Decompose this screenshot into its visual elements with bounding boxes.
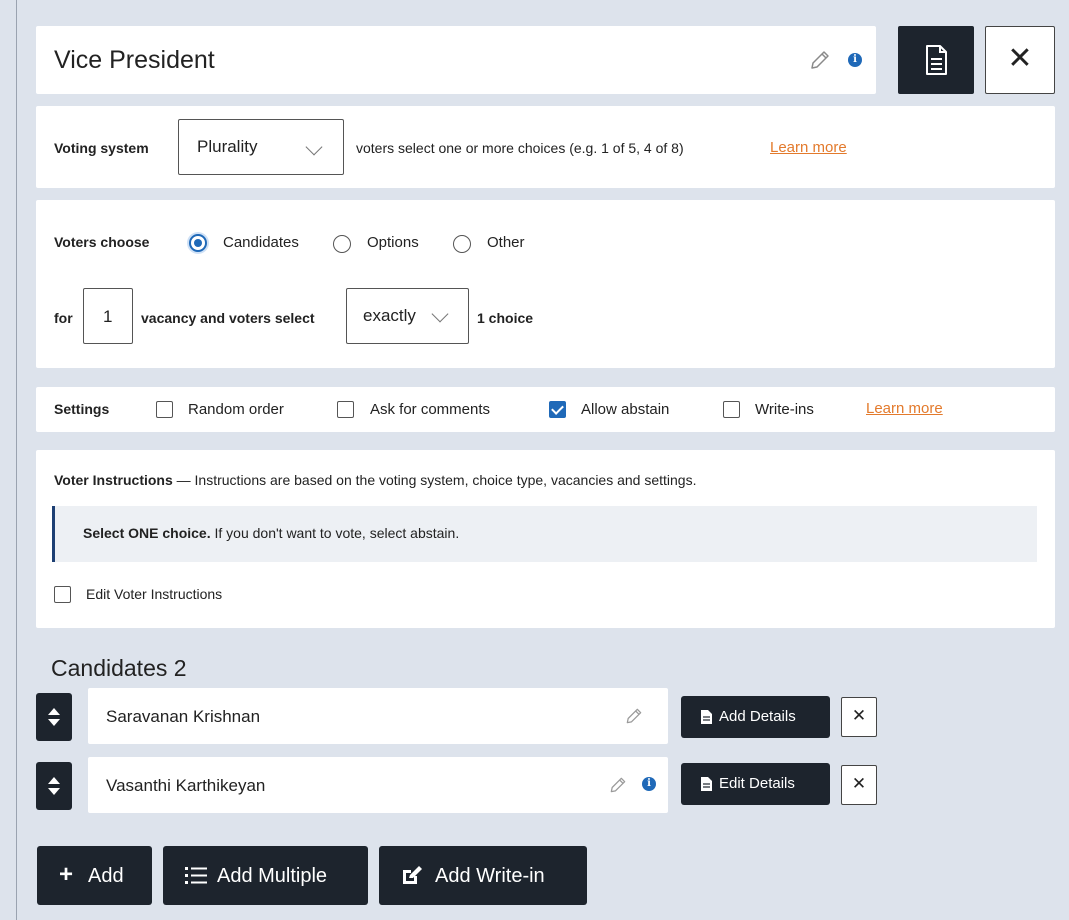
- question-details-button[interactable]: [898, 26, 974, 94]
- remove-candidate-button[interactable]: ✕: [841, 765, 877, 805]
- edit-details-button[interactable]: Edit Details: [681, 763, 830, 805]
- chevron-down-icon: [305, 138, 323, 156]
- candidate-name[interactable]: Saravanan Krishnan: [106, 707, 260, 727]
- candidates-heading: Candidates 2: [51, 655, 187, 681]
- choice-text: 1 choice: [477, 310, 534, 326]
- voting-system-value: Plurality: [197, 137, 258, 156]
- instructions-bold-text: Select ONE choice.: [83, 525, 211, 541]
- list-icon: [185, 867, 207, 884]
- info-icon[interactable]: i: [642, 777, 656, 791]
- add-details-label: Add Details: [719, 708, 796, 725]
- question-title[interactable]: Vice President: [54, 46, 215, 75]
- settings-learn-more-link[interactable]: Learn more: [866, 400, 943, 417]
- close-icon: ✕: [851, 774, 867, 793]
- add-write-in-label: Add Write-in: [435, 865, 545, 887]
- edit-icon: [403, 866, 422, 884]
- radio-options[interactable]: [333, 235, 351, 253]
- vacancies-input[interactable]: 1: [83, 288, 133, 344]
- checkbox-edit-voter-instructions[interactable]: [54, 586, 71, 603]
- close-question-button[interactable]: ✕: [985, 26, 1055, 94]
- vacancy-text: vacancy and voters select: [141, 310, 315, 326]
- allow-abstain-label[interactable]: Allow abstain: [581, 401, 669, 418]
- edit-voter-instructions-label[interactable]: Edit Voter Instructions: [86, 586, 222, 602]
- edit-pencil-icon[interactable]: [808, 48, 832, 77]
- settings-label: Settings: [54, 401, 110, 417]
- question-title-field[interactable]: Vice President i: [36, 26, 876, 94]
- voter-instructions-description: — Instructions are based on the voting s…: [172, 472, 697, 488]
- sort-icon: [48, 777, 60, 795]
- checkbox-write-ins[interactable]: [723, 401, 740, 418]
- voter-instructions-header: Voter Instructions — Instructions are ba…: [54, 472, 697, 488]
- for-label: for: [54, 310, 73, 326]
- candidate-name[interactable]: Vasanthi Karthikeyan: [106, 776, 265, 796]
- add-write-in-button[interactable]: Add Write-in: [379, 846, 587, 905]
- checkbox-allow-abstain[interactable]: [549, 401, 566, 418]
- edit-pencil-icon[interactable]: [608, 775, 628, 800]
- checkbox-ask-for-comments[interactable]: [337, 401, 354, 418]
- candidate-name-field[interactable]: Saravanan Krishnan: [88, 688, 668, 744]
- voting-system-section: Voting system Plurality voters select on…: [36, 106, 1055, 188]
- edit-details-label: Edit Details: [719, 775, 795, 792]
- reorder-handle[interactable]: [36, 762, 72, 810]
- reorder-handle[interactable]: [36, 693, 72, 741]
- add-details-button[interactable]: Add Details: [681, 696, 830, 738]
- instructions-text: If you don't want to vote, select abstai…: [210, 525, 460, 541]
- select-mode-value: exactly: [363, 306, 416, 325]
- add-label: Add: [88, 865, 124, 887]
- voter-instructions-title: Voter Instructions: [54, 472, 173, 488]
- voting-system-label: Voting system: [54, 140, 149, 156]
- vacancies-value: 1: [103, 307, 113, 326]
- radio-candidates[interactable]: [189, 234, 207, 252]
- edit-pencil-icon[interactable]: [624, 706, 644, 731]
- write-ins-label[interactable]: Write-ins: [755, 401, 814, 418]
- select-mode-dropdown[interactable]: exactly: [346, 288, 469, 344]
- info-icon[interactable]: i: [848, 53, 862, 67]
- add-candidate-button[interactable]: + Add: [37, 846, 152, 905]
- radio-other-label[interactable]: Other: [487, 234, 525, 251]
- settings-section: Settings Random order Ask for comments A…: [36, 387, 1055, 432]
- voters-choose-label: Voters choose: [54, 234, 150, 250]
- radio-options-label[interactable]: Options: [367, 234, 419, 251]
- add-multiple-label: Add Multiple: [217, 865, 328, 887]
- plus-icon: +: [59, 861, 74, 888]
- remove-candidate-button[interactable]: ✕: [841, 697, 877, 737]
- close-icon: ✕: [1007, 42, 1033, 75]
- voter-instructions-section: Voter Instructions — Instructions are ba…: [36, 450, 1055, 628]
- voter-instructions-preview: Select ONE choice. If you don't want to …: [52, 506, 1037, 562]
- close-icon: ✕: [851, 706, 867, 725]
- voting-system-learn-more-link[interactable]: Learn more: [770, 139, 847, 156]
- add-multiple-button[interactable]: Add Multiple: [163, 846, 368, 905]
- document-icon: [701, 710, 712, 724]
- chevron-down-icon: [431, 305, 449, 323]
- checkbox-random-order[interactable]: [156, 401, 173, 418]
- sort-icon: [48, 708, 60, 726]
- radio-other[interactable]: [453, 235, 471, 253]
- random-order-label[interactable]: Random order: [188, 401, 284, 418]
- document-icon: [926, 45, 947, 75]
- candidate-name-field[interactable]: Vasanthi Karthikeyan i: [88, 757, 668, 813]
- voting-system-select[interactable]: Plurality: [178, 119, 344, 175]
- voters-choose-section: Voters choose Candidates Options Other f…: [36, 200, 1055, 368]
- radio-candidates-label[interactable]: Candidates: [223, 234, 299, 251]
- voting-system-description: voters select one or more choices (e.g. …: [356, 140, 684, 156]
- document-icon: [701, 777, 712, 791]
- ask-for-comments-label[interactable]: Ask for comments: [370, 401, 490, 418]
